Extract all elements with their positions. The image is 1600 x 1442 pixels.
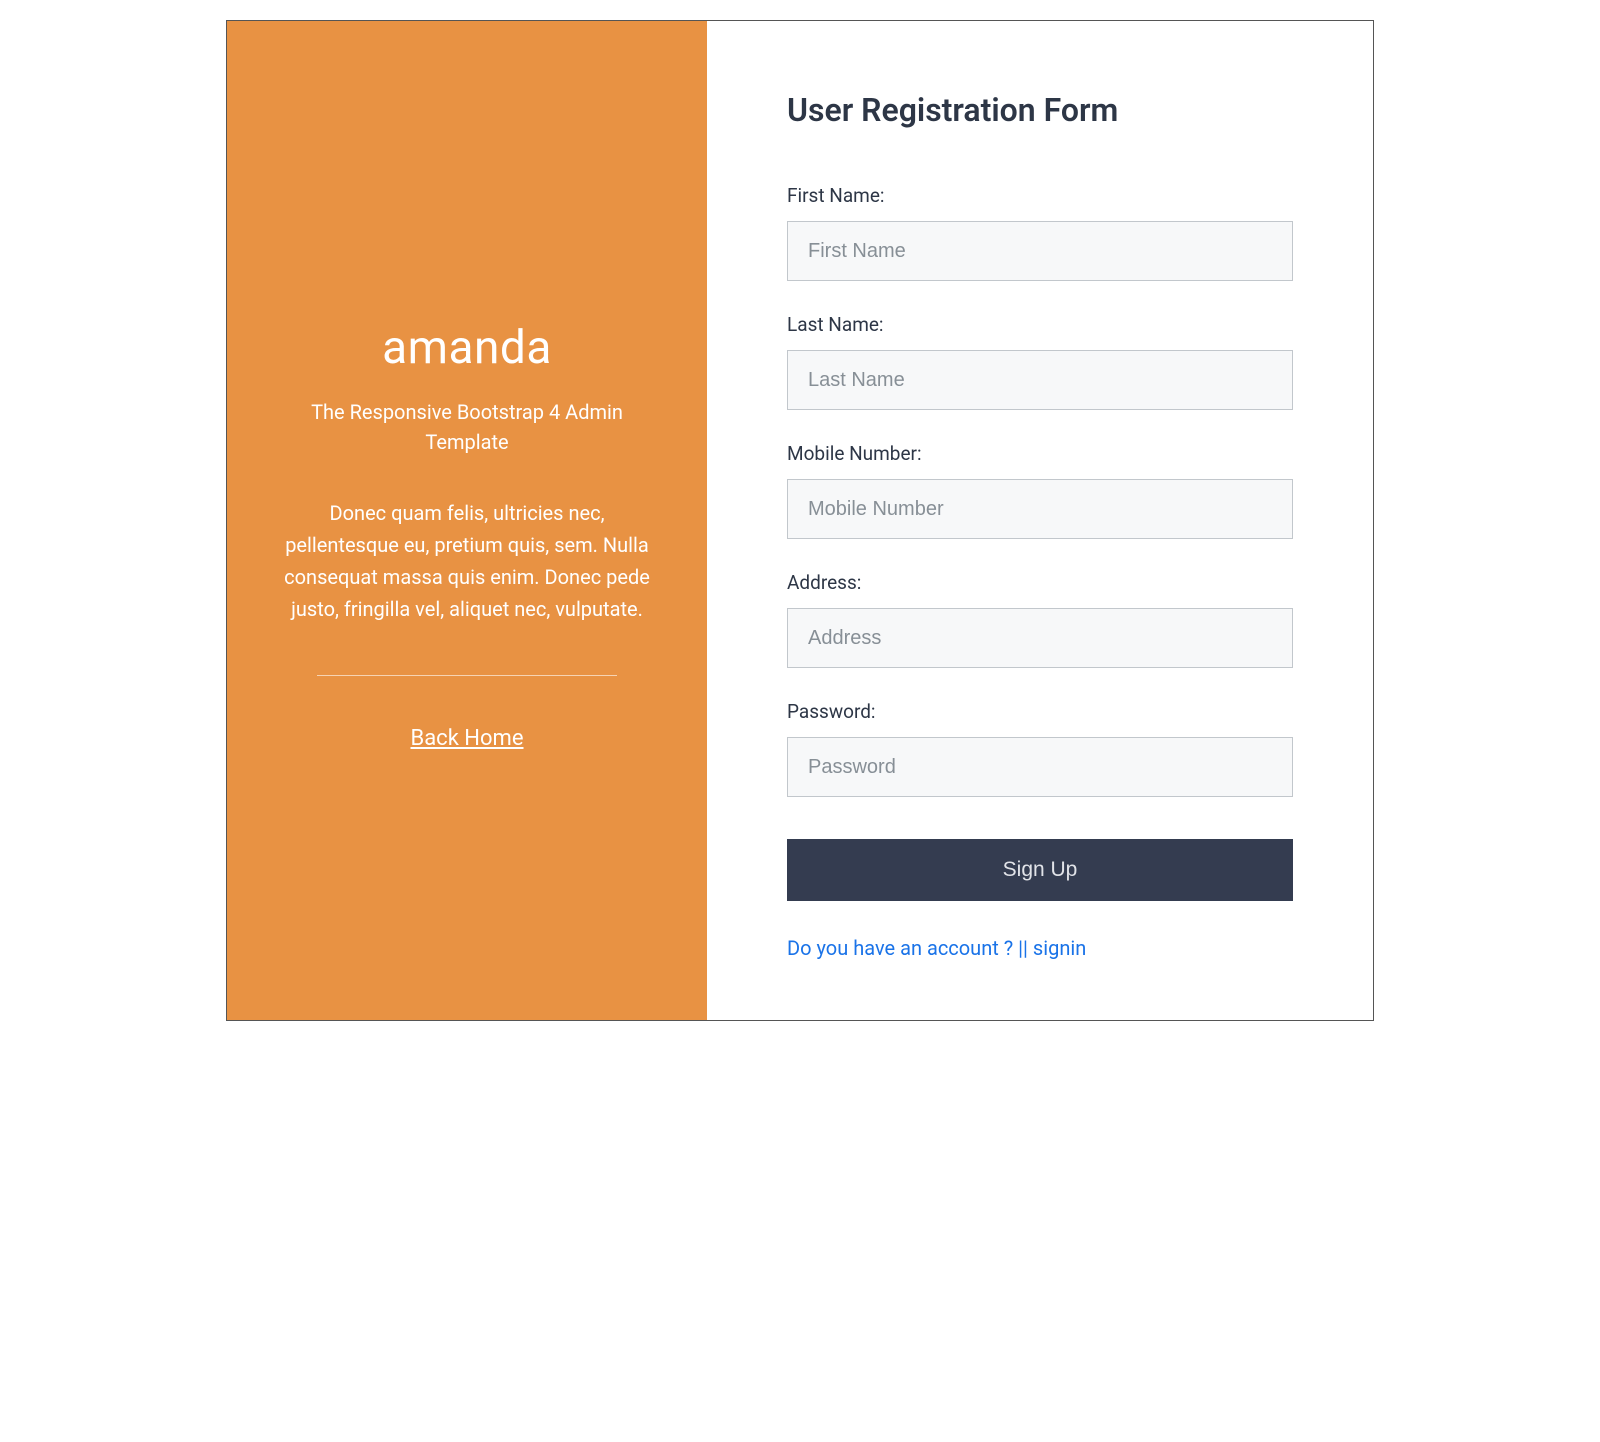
brand-title: amanda <box>382 321 552 375</box>
left-panel: amanda The Responsive Bootstrap 4 Admin … <box>227 21 707 1020</box>
divider <box>317 675 617 676</box>
page-container: amanda The Responsive Bootstrap 4 Admin … <box>226 20 1374 1021</box>
first-name-group: First Name: <box>787 184 1293 281</box>
registration-panel: User Registration Form First Name: Last … <box>707 21 1373 1020</box>
brand-description: Donec quam felis, ultricies nec, pellent… <box>277 497 657 625</box>
mobile-number-label: Mobile Number: <box>787 442 1293 465</box>
password-group: Password: <box>787 700 1293 797</box>
signin-link[interactable]: Do you have an account ? || signin <box>787 936 1086 960</box>
last-name-input[interactable] <box>787 350 1293 410</box>
first-name-label: First Name: <box>787 184 1293 207</box>
back-home-link[interactable]: Back Home <box>411 726 524 751</box>
password-label: Password: <box>787 700 1293 723</box>
mobile-number-group: Mobile Number: <box>787 442 1293 539</box>
address-group: Address: <box>787 571 1293 668</box>
password-input[interactable] <box>787 737 1293 797</box>
signup-button[interactable]: Sign Up <box>787 839 1293 901</box>
brand-subtitle: The Responsive Bootstrap 4 Admin Templat… <box>307 397 627 457</box>
form-title: User Registration Form <box>787 91 1293 129</box>
first-name-input[interactable] <box>787 221 1293 281</box>
last-name-group: Last Name: <box>787 313 1293 410</box>
last-name-label: Last Name: <box>787 313 1293 336</box>
address-input[interactable] <box>787 608 1293 668</box>
mobile-number-input[interactable] <box>787 479 1293 539</box>
address-label: Address: <box>787 571 1293 594</box>
